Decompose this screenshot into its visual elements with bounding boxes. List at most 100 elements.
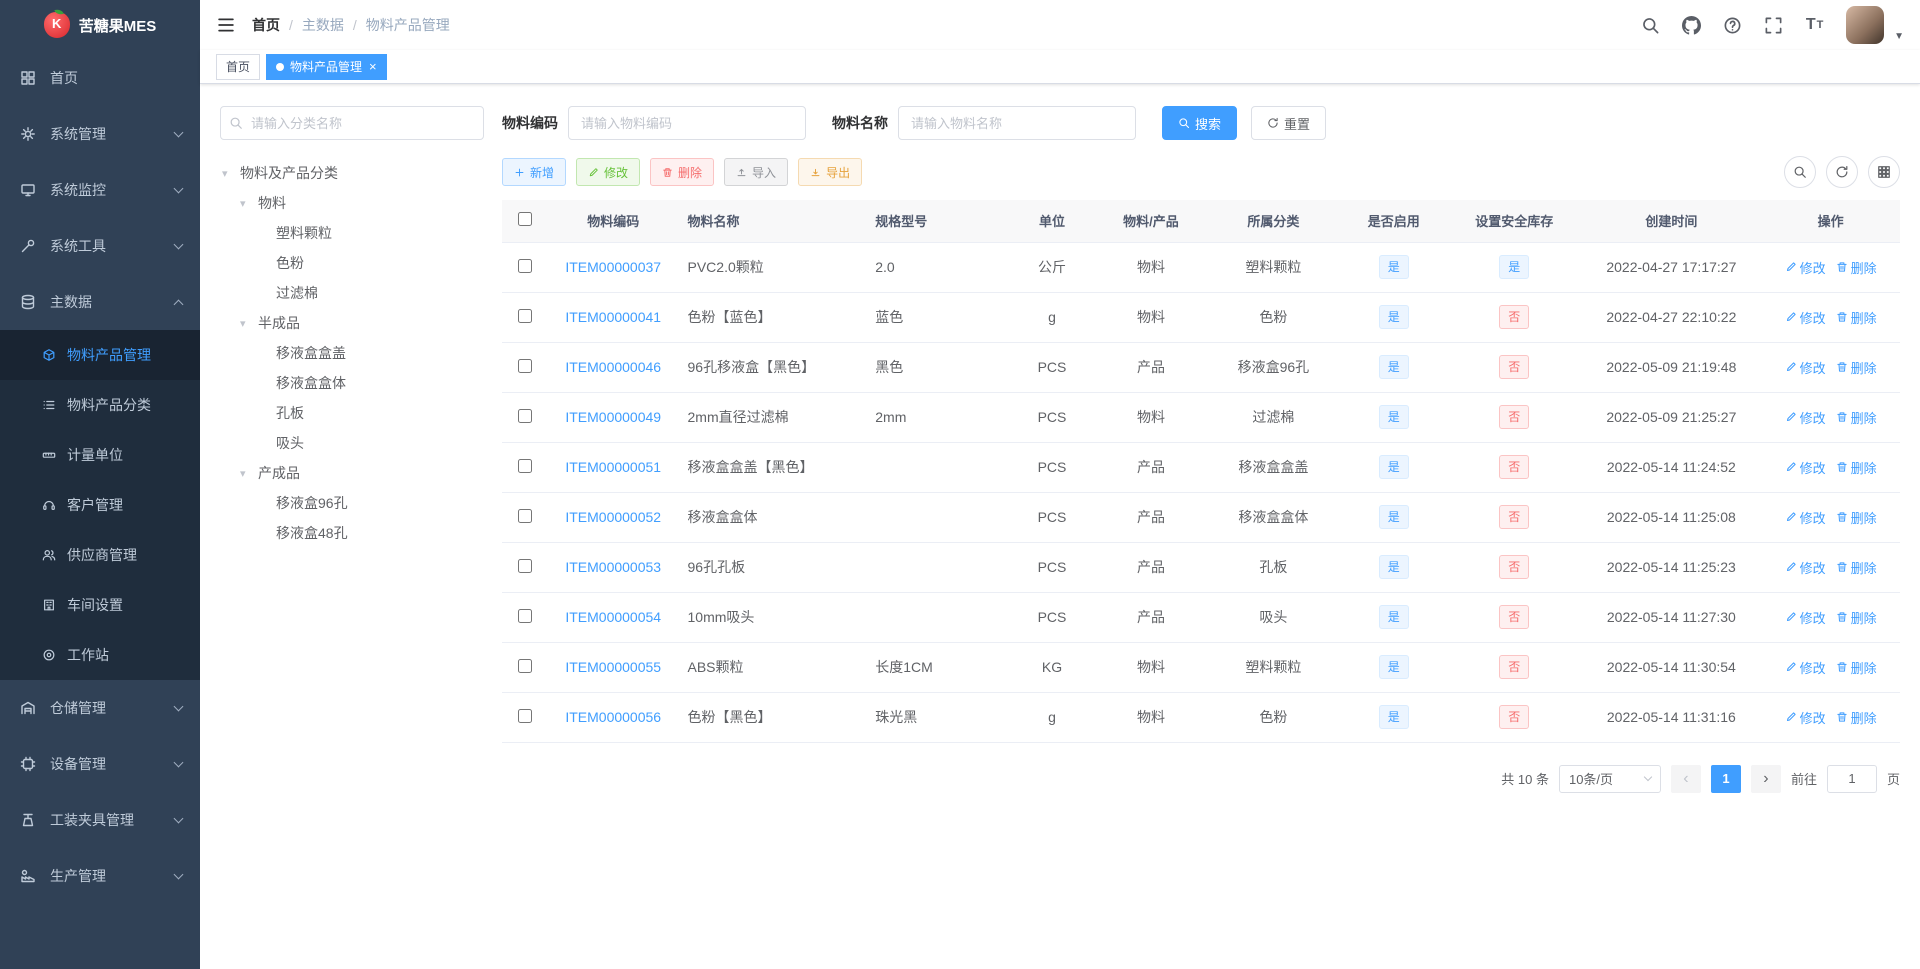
material-code-link[interactable]: ITEM00000054 <box>565 609 661 625</box>
tree-node[interactable]: 移液盒盒盖 <box>220 338 484 368</box>
github-icon[interactable] <box>1682 15 1702 35</box>
edit-row-button[interactable]: 修改 <box>1785 458 1826 477</box>
page-size-select[interactable]: 10条/页 <box>1558 764 1661 793</box>
edit-row-button[interactable]: 修改 <box>1785 408 1826 427</box>
delete-row-button[interactable]: 删除 <box>1836 508 1877 527</box>
select-all-checkbox[interactable] <box>518 212 533 227</box>
row-checkbox[interactable] <box>518 558 533 573</box>
tree-node[interactable]: 吸头 <box>220 428 484 458</box>
edit-row-button[interactable]: 修改 <box>1785 358 1826 377</box>
row-checkbox[interactable] <box>518 608 533 623</box>
sidebar-item-master-data[interactable]: 主数据 <box>0 274 200 330</box>
grid-toggle-button[interactable] <box>1868 156 1900 188</box>
tree-node[interactable]: ▾ 产成品 <box>220 458 484 488</box>
chevron-down-icon[interactable]: ▼ <box>1894 31 1904 42</box>
tree-node[interactable]: ▾ 半成品 <box>220 308 484 338</box>
search-icon[interactable] <box>1641 16 1660 35</box>
caret-down-icon[interactable]: ▾ <box>240 467 258 480</box>
sidebar-subitem-customer-management[interactable]: 客户管理 <box>0 480 200 530</box>
delete-row-button[interactable]: 删除 <box>1836 308 1877 327</box>
delete-row-button[interactable]: 删除 <box>1836 558 1877 577</box>
avatar[interactable] <box>1846 6 1885 44</box>
close-icon[interactable]: × <box>369 60 377 73</box>
edit-row-button[interactable]: 修改 <box>1785 608 1826 627</box>
logo[interactable]: 苦糖果MES <box>0 0 200 50</box>
tree-node[interactable]: ▾ 物料及产品分类 <box>220 158 484 188</box>
sidebar-item-fixture-management[interactable]: 工装夹具管理 <box>0 792 200 848</box>
delete-row-button[interactable]: 删除 <box>1836 258 1877 277</box>
import-button[interactable]: 导入 <box>724 158 789 186</box>
edit-row-button[interactable]: 修改 <box>1785 708 1826 727</box>
breadcrumb-item[interactable]: 主数据 <box>302 15 344 35</box>
delete-row-button[interactable]: 删除 <box>1836 408 1877 427</box>
sidebar-item-production-management[interactable]: 生产管理 <box>0 848 200 904</box>
sidebar-item-warehouse-management[interactable]: 仓储管理 <box>0 680 200 736</box>
tree-node[interactable]: 色粉 <box>220 248 484 278</box>
row-checkbox[interactable] <box>518 508 533 523</box>
material-code-link[interactable]: ITEM00000049 <box>565 409 661 425</box>
material-code-link[interactable]: ITEM00000055 <box>565 659 661 675</box>
reset-button[interactable]: 重置 <box>1251 106 1327 140</box>
tab-home[interactable]: 首页 <box>216 53 261 80</box>
hamburger-icon[interactable] <box>216 15 236 35</box>
refresh-toggle-button[interactable] <box>1826 156 1858 188</box>
tree-node[interactable]: ▾ 物料 <box>220 188 484 218</box>
material-code-link[interactable]: ITEM00000056 <box>565 709 661 725</box>
delete-row-button[interactable]: 删除 <box>1836 458 1877 477</box>
caret-down-icon[interactable]: ▾ <box>240 317 258 330</box>
page-1-button[interactable]: 1 <box>1710 764 1741 793</box>
sidebar-subitem-material-product-category[interactable]: 物料产品分类 <box>0 380 200 430</box>
material-code-link[interactable]: ITEM00000041 <box>565 309 661 325</box>
tree-node[interactable]: 孔板 <box>220 398 484 428</box>
sidebar-item-equipment-management[interactable]: 设备管理 <box>0 736 200 792</box>
material-code-link[interactable]: ITEM00000052 <box>565 509 661 525</box>
tree-node[interactable]: 过滤棉 <box>220 278 484 308</box>
delete-row-button[interactable]: 删除 <box>1836 358 1877 377</box>
material-code-link[interactable]: ITEM00000051 <box>565 459 661 475</box>
sidebar-item-system-management[interactable]: 系统管理 <box>0 106 200 162</box>
sidebar-item-home[interactable]: 首页 <box>0 50 200 106</box>
breadcrumb-item[interactable]: 首页 <box>252 15 280 35</box>
material-code-link[interactable]: ITEM00000053 <box>565 559 661 575</box>
sidebar-subitem-material-product-management[interactable]: 物料产品管理 <box>0 330 200 380</box>
edit-row-button[interactable]: 修改 <box>1785 508 1826 527</box>
sidebar-item-system-monitor[interactable]: 系统监控 <box>0 162 200 218</box>
goto-page-input[interactable] <box>1826 764 1877 793</box>
sidebar-subitem-workstation[interactable]: 工作站 <box>0 630 200 680</box>
row-checkbox[interactable] <box>518 708 533 723</box>
sidebar-subitem-workshop-settings[interactable]: 车间设置 <box>0 580 200 630</box>
delete-button[interactable]: 删除 <box>650 158 715 186</box>
caret-down-icon[interactable]: ▾ <box>222 167 240 180</box>
fullscreen-icon[interactable] <box>1764 16 1783 35</box>
font-size-icon[interactable]: TT <box>1805 16 1824 35</box>
search-button[interactable]: 搜索 <box>1162 106 1238 140</box>
edit-row-button[interactable]: 修改 <box>1785 558 1826 577</box>
sidebar-item-system-tools[interactable]: 系统工具 <box>0 218 200 274</box>
material-code-link[interactable]: ITEM00000037 <box>565 259 661 275</box>
next-page-button[interactable]: › <box>1750 764 1781 793</box>
tree-node[interactable]: 塑料颗粒 <box>220 218 484 248</box>
edit-row-button[interactable]: 修改 <box>1785 308 1826 327</box>
row-checkbox[interactable] <box>518 408 533 423</box>
tree-node[interactable]: 移液盒盒体 <box>220 368 484 398</box>
category-search-input[interactable] <box>220 106 484 140</box>
sidebar-subitem-supplier-management[interactable]: 供应商管理 <box>0 530 200 580</box>
help-icon[interactable] <box>1723 16 1742 35</box>
edit-button[interactable]: 修改 <box>576 158 641 186</box>
search-toggle-button[interactable] <box>1784 156 1816 188</box>
row-checkbox[interactable] <box>518 458 533 473</box>
material-code-input[interactable] <box>568 106 806 140</box>
tree-node[interactable]: 移液盒48孔 <box>220 518 484 548</box>
row-checkbox[interactable] <box>518 258 533 273</box>
export-button[interactable]: 导出 <box>798 158 863 186</box>
tab-material-product-management[interactable]: 物料产品管理 × <box>266 53 387 80</box>
edit-row-button[interactable]: 修改 <box>1785 258 1826 277</box>
delete-row-button[interactable]: 删除 <box>1836 708 1877 727</box>
delete-row-button[interactable]: 删除 <box>1836 608 1877 627</box>
material-code-link[interactable]: ITEM00000046 <box>565 359 661 375</box>
delete-row-button[interactable]: 删除 <box>1836 658 1877 677</box>
caret-down-icon[interactable]: ▾ <box>240 197 258 210</box>
row-checkbox[interactable] <box>518 358 533 373</box>
tree-node[interactable]: 移液盒96孔 <box>220 488 484 518</box>
edit-row-button[interactable]: 修改 <box>1785 658 1826 677</box>
